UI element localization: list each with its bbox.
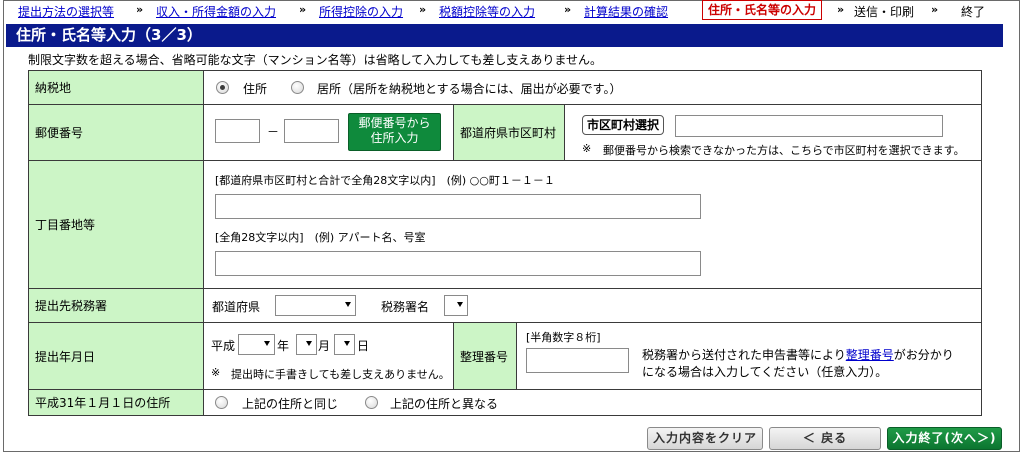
seiri-text: 税務署から送付された申告書等により整理番号がお分かり [642, 346, 954, 363]
row-chome: 丁目番地等 [都道府県市区町村と合計で全角28文字以内] (例) ○○町１－１－… [29, 161, 981, 289]
office-select-label: 税務署名 [381, 300, 430, 314]
label-yubin: 郵便番号 [29, 105, 204, 160]
address-form-table: 納税地 住所 居所（居所を納税地とする場合には、届出が必要です。） 郵便番号 －… [28, 70, 982, 416]
row-zeimusho: 提出先税務署 都道府県 税務署名 [29, 289, 981, 323]
label-nozeichi: 納税地 [29, 71, 204, 104]
label-zeimusho: 提出先税務署 [29, 289, 204, 322]
label-h31-address: 平成31年１月１日の住所 [29, 390, 204, 415]
crumb-separator: » [837, 3, 845, 16]
chevron-down-icon [344, 341, 350, 346]
era-label: 平成 [211, 339, 236, 353]
seiri-hint: [半角数字８桁] [526, 331, 601, 344]
crumb-separator: » [931, 3, 939, 16]
crumb-send-print: 送信・印刷 [854, 5, 915, 19]
crumb-separator: » [299, 3, 307, 16]
crumb-tax-credit-entry[interactable]: 税額控除等の入力 [439, 3, 535, 20]
seiri-number-link[interactable]: 整理番号 [846, 348, 894, 362]
year-unit: 年 [277, 339, 290, 353]
label-pref-city: 都道府県市区町村 [453, 105, 565, 160]
clear-button[interactable]: 入力内容をクリア [647, 427, 763, 450]
city-note: 郵便番号から検索できなかった方は、こちらで市区町村を選択できます。 [603, 144, 965, 157]
crumb-address-entry-current: 住所・氏名等の入力 [702, 0, 823, 20]
postal-code-second-input[interactable] [284, 119, 339, 143]
day-unit: 日 [357, 339, 370, 353]
seiri-number-input[interactable] [526, 348, 629, 373]
radio-kyosho[interactable] [291, 81, 304, 94]
postal-code-dash: － [267, 125, 280, 139]
seiri-text-before: 税務署から送付された申告書等により [642, 348, 846, 362]
crumb-finish: 終了 [961, 5, 986, 19]
pref-city-input[interactable] [675, 115, 943, 137]
radio-different-address[interactable] [365, 396, 378, 409]
crumb-submission-method[interactable]: 提出方法の選択等 [18, 3, 114, 20]
chevron-down-icon [457, 302, 463, 307]
label-chome: 丁目番地等 [29, 161, 204, 288]
prefecture-select[interactable] [275, 295, 356, 316]
building-name-input[interactable] [215, 251, 701, 276]
date-note-mark: ※ [211, 366, 221, 379]
chome-address-input[interactable] [215, 194, 701, 219]
chome-hint-1: [都道府県市区町村と合計で全角28文字以内] (例) ○○町１－１－１ [215, 174, 555, 187]
crumb-deduction-entry[interactable]: 所得控除の入力 [319, 3, 403, 20]
back-button[interactable]: ＜ 戻る [769, 427, 881, 450]
month-unit: 月 [318, 339, 331, 353]
seiri-text-after: がお分かり [893, 348, 954, 362]
notice-text: 制限文字数を超える場合、省略可能な文字（マンション名等）は省略して入力しても差し… [28, 53, 602, 67]
day-select[interactable] [334, 334, 355, 355]
page-title: 住所・氏名等入力（3／3） [6, 24, 1003, 47]
row-teishutsu: 提出年月日 平成 年 月 日 ※ 提出時に手書きしても差し支えありません。 整理… [29, 323, 981, 390]
row-yubin: 郵便番号 － 郵便番号から 住所入力 都道府県市区町村 市区町村選択 ※ 郵便番… [29, 105, 981, 161]
breadcrumb: 提出方法の選択等 » 収入・所得金額の入力 » 所得控除の入力 » 税額控除等の… [6, 0, 1020, 20]
pref-select-label: 都道府県 [212, 300, 261, 314]
year-select[interactable] [238, 334, 275, 355]
label-seiri: 整理番号 [453, 323, 517, 389]
crumb-separator: » [419, 3, 427, 16]
chevron-down-icon [345, 302, 351, 307]
month-select[interactable] [296, 334, 317, 355]
city-note-mark: ※ [582, 142, 592, 155]
label-teishutsu: 提出年月日 [29, 323, 204, 389]
tax-office-select[interactable] [444, 295, 468, 316]
radio-same-address-label: 上記の住所と同じ [242, 397, 339, 411]
radio-different-address-label: 上記の住所と異なる [390, 397, 499, 411]
chome-hint-2: [全角28文字以内] (例) アパート名、号室 [215, 231, 426, 244]
seiri-text-line2: になる場合は入力してください（任意入力）。 [642, 365, 888, 379]
row-h31-address: 平成31年１月１日の住所 上記の住所と同じ 上記の住所と異なる [29, 390, 981, 415]
date-note: 提出時に手書きしても差し支えありません。 [231, 368, 450, 381]
postal-lookup-button[interactable]: 郵便番号から 住所入力 [348, 113, 441, 151]
chevron-down-icon [264, 341, 270, 346]
radio-same-address[interactable] [215, 396, 228, 409]
crumb-result-check[interactable]: 計算結果の確認 [584, 3, 668, 20]
row-nozeichi: 納税地 住所 居所（居所を納税地とする場合には、届出が必要です。） [29, 71, 981, 105]
chevron-down-icon [306, 341, 312, 346]
radio-kyosho-label: 居所（居所を納税地とする場合には、届出が必要です。） [317, 82, 622, 96]
crumb-separator: » [564, 3, 572, 16]
crumb-income-entry[interactable]: 収入・所得金額の入力 [156, 3, 276, 20]
next-button[interactable]: 入力終了(次へ＞) [887, 427, 1002, 450]
radio-jusho[interactable] [216, 81, 229, 94]
radio-jusho-label: 住所 [243, 82, 268, 96]
crumb-separator: » [136, 3, 144, 16]
postal-code-first-input[interactable] [215, 119, 260, 143]
city-select-button[interactable]: 市区町村選択 [582, 115, 664, 135]
